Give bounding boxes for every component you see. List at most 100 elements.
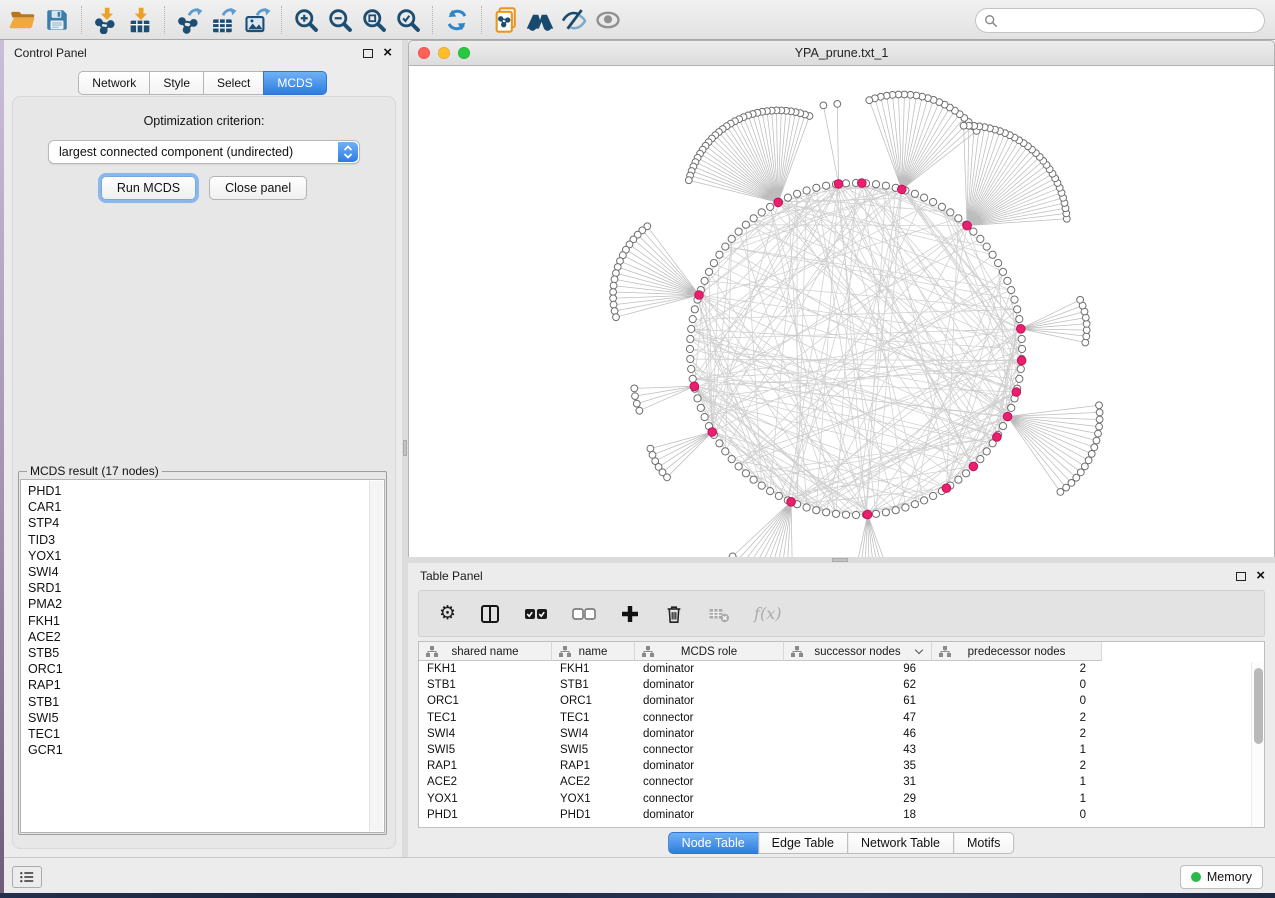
dominator-node[interactable]: [898, 185, 907, 194]
ring-node[interactable]: [689, 316, 696, 323]
ring-node[interactable]: [728, 456, 735, 463]
ring-node[interactable]: [716, 251, 723, 258]
network-view[interactable]: [408, 66, 1275, 557]
table-row[interactable]: STB1STB1dominator620: [419, 677, 1264, 693]
column-header-name[interactable]: name: [552, 642, 635, 661]
ring-node[interactable]: [728, 235, 735, 242]
leaf-node[interactable]: [611, 276, 618, 283]
network-graph[interactable]: [409, 66, 1275, 557]
ring-node[interactable]: [921, 194, 928, 201]
ring-node[interactable]: [983, 243, 990, 250]
dominator-node[interactable]: [690, 382, 699, 391]
ring-node[interactable]: [722, 243, 729, 250]
delete-column-button[interactable]: [664, 603, 684, 625]
dominator-node[interactable]: [942, 484, 951, 493]
ring-node[interactable]: [1018, 345, 1025, 352]
dominator-node[interactable]: [863, 510, 872, 519]
add-column-button[interactable]: [620, 604, 640, 624]
ring-node[interactable]: [832, 510, 839, 517]
ring-node[interactable]: [758, 482, 765, 489]
ring-node[interactable]: [742, 470, 749, 477]
close-panel-icon[interactable]: ×: [383, 48, 392, 58]
import-table-button[interactable]: [123, 4, 157, 36]
mcds-result-item[interactable]: GCR1: [28, 742, 384, 758]
ring-node[interactable]: [823, 182, 830, 189]
column-header-predecessor-nodes[interactable]: predecessor nodes: [932, 642, 1102, 661]
table-row[interactable]: YOX1YOX1connector291: [419, 791, 1264, 807]
mcds-result-item[interactable]: TEC1: [28, 726, 384, 742]
ring-node[interactable]: [955, 215, 962, 222]
mcds-result-item[interactable]: TID3: [28, 532, 384, 548]
ring-node[interactable]: [1014, 306, 1021, 313]
export-network-button[interactable]: [172, 4, 206, 36]
ring-node[interactable]: [911, 501, 918, 508]
tab-edge-table[interactable]: Edge Table: [758, 832, 848, 854]
ring-node[interactable]: [705, 268, 712, 275]
select-all-button[interactable]: [524, 607, 548, 621]
dominator-node[interactable]: [1012, 388, 1021, 397]
ring-node[interactable]: [892, 507, 899, 514]
ring-node[interactable]: [701, 277, 708, 284]
ring-node[interactable]: [687, 355, 694, 362]
ring-node[interactable]: [716, 440, 723, 447]
run-mcds-button[interactable]: Run MCDS: [101, 176, 196, 200]
mcds-result-item[interactable]: STB1: [28, 694, 384, 710]
table-row[interactable]: SWI5SWI5connector431: [419, 742, 1264, 758]
ring-node[interactable]: [842, 180, 849, 187]
dominator-node[interactable]: [695, 291, 704, 300]
ring-node[interactable]: [970, 228, 977, 235]
export-image-button[interactable]: [240, 4, 274, 36]
ring-node[interactable]: [911, 190, 918, 197]
ring-node[interactable]: [852, 511, 859, 518]
ring-node[interactable]: [882, 509, 889, 516]
ring-node[interactable]: [1018, 335, 1025, 342]
tab-node-table[interactable]: Node Table: [668, 832, 759, 854]
network-search-box[interactable]: [975, 8, 1265, 33]
ring-node[interactable]: [701, 414, 708, 421]
ring-node[interactable]: [813, 507, 820, 514]
ring-node[interactable]: [803, 504, 810, 511]
leaf-node[interactable]: [610, 282, 617, 289]
ring-node[interactable]: [742, 221, 749, 228]
leaf-node[interactable]: [1088, 451, 1095, 458]
ring-node[interactable]: [1011, 296, 1018, 303]
tab-network-table[interactable]: Network Table: [847, 832, 954, 854]
ring-node[interactable]: [784, 194, 791, 201]
save-session-button[interactable]: [40, 4, 74, 36]
ring-node[interactable]: [750, 476, 757, 483]
ring-node[interactable]: [902, 504, 909, 511]
leaf-node[interactable]: [1096, 409, 1103, 416]
leaf-node[interactable]: [866, 97, 873, 104]
leaf-node[interactable]: [1077, 469, 1084, 476]
leaf-node[interactable]: [636, 407, 643, 414]
export-table-button[interactable]: [206, 4, 240, 36]
leaf-node[interactable]: [632, 393, 639, 400]
deselect-all-button[interactable]: [572, 607, 596, 621]
leaf-node[interactable]: [1095, 430, 1102, 437]
ring-node[interactable]: [794, 190, 801, 197]
leaf-node[interactable]: [1091, 444, 1098, 451]
new-network-from-selection-button[interactable]: [489, 4, 523, 36]
ring-node[interactable]: [688, 365, 695, 372]
ring-node[interactable]: [947, 209, 954, 216]
splitter-handle[interactable]: [832, 558, 848, 562]
ring-node[interactable]: [803, 187, 810, 194]
mcds-result-item[interactable]: CAR1: [28, 499, 384, 515]
ring-node[interactable]: [1016, 316, 1023, 323]
leaf-node[interactable]: [613, 314, 620, 321]
table-row[interactable]: ORC1ORC1dominator610: [419, 693, 1264, 709]
ring-node[interactable]: [1004, 277, 1011, 284]
search-network-button[interactable]: [523, 4, 557, 36]
dominator-node[interactable]: [1003, 412, 1012, 421]
ring-node[interactable]: [921, 497, 928, 504]
leaf-node[interactable]: [610, 301, 617, 308]
leaf-node[interactable]: [1082, 339, 1089, 346]
ring-node[interactable]: [1008, 287, 1015, 294]
tab-select[interactable]: Select: [203, 71, 264, 95]
column-header-MCDS-role[interactable]: MCDS role: [635, 642, 784, 661]
float-panel-icon[interactable]: [363, 49, 373, 58]
search-input[interactable]: [1002, 11, 1264, 31]
ring-node[interactable]: [955, 476, 962, 483]
mcds-result-item[interactable]: ORC1: [28, 661, 384, 677]
ring-node[interactable]: [750, 215, 757, 222]
